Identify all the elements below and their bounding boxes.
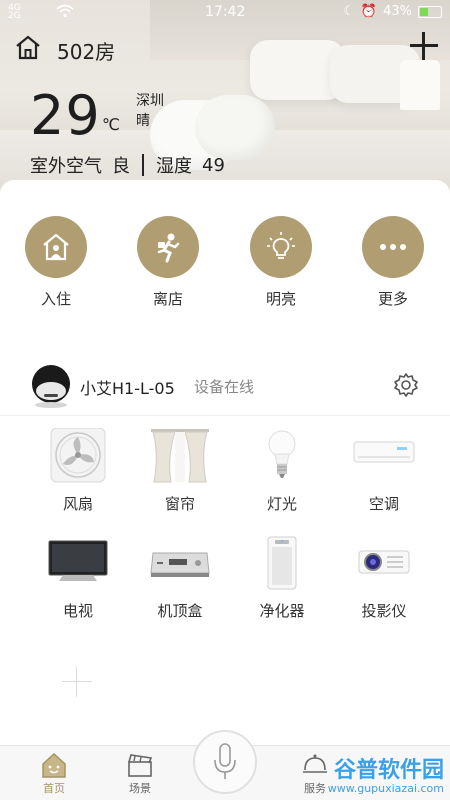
running-person-icon [137, 216, 199, 278]
weather-condition: 晴 [136, 113, 150, 129]
clapperboard-icon [125, 750, 155, 780]
appliance-label: 电视 [62, 602, 93, 620]
service-icon [300, 750, 330, 780]
appliance-fan[interactable]: 风扇 [33, 427, 123, 514]
robot-speaker-icon [30, 363, 72, 409]
scene-checkout[interactable]: 离店 [128, 216, 208, 309]
add-device-button[interactable] [62, 667, 92, 697]
watermark-url: www.gupuxiazai.com [327, 782, 444, 795]
tv-icon [47, 535, 109, 590]
appliance-label: 窗帘 [164, 495, 195, 513]
watermark-brand: 谷普软件园 [333, 758, 444, 783]
curtain-icon [149, 428, 211, 483]
room-title[interactable]: 502房 [57, 36, 115, 65]
fan-icon [47, 427, 109, 483]
set-top-box-icon [149, 535, 211, 590]
add-button[interactable] [410, 32, 438, 60]
status-bar: 4G 2G 17:42 ☾ ⏰ 43% [0, 0, 450, 24]
device-header[interactable]: 小艾H1-L-05 设备在线 [0, 360, 450, 416]
air-quality-row: 室外空气 良 湿度 49 [30, 152, 225, 178]
appliance-label: 净化器 [259, 602, 305, 620]
appliance-label: 机顶盒 [157, 602, 203, 620]
lamp [400, 60, 440, 110]
city-name: 深圳 [136, 93, 164, 109]
gear-icon[interactable] [393, 372, 419, 398]
lightbulb-icon [250, 216, 312, 278]
battery-percent: 43% [383, 4, 412, 19]
device-status: 设备在线 [194, 378, 255, 396]
wifi-icon [56, 4, 74, 22]
air-purifier-icon [251, 535, 313, 590]
status-time: 17:42 [205, 4, 246, 20]
appliance-ac[interactable]: 空调 [339, 428, 429, 514]
divider [142, 154, 144, 176]
scene-checkin[interactable]: 入住 [16, 216, 96, 309]
nav-scenes[interactable]: 场景 [110, 750, 170, 796]
appliance-curtain[interactable]: 窗帘 [135, 428, 225, 514]
network-indicator: 4G 2G [8, 4, 21, 21]
appliance-label: 空调 [368, 495, 399, 513]
scene-label: 入住 [40, 290, 71, 308]
scene-label: 明亮 [265, 290, 296, 308]
voice-button[interactable] [193, 730, 257, 794]
scene-label: 更多 [377, 290, 408, 308]
towel [195, 95, 275, 160]
nav-home[interactable]: 首页 [24, 750, 84, 796]
battery-fill [420, 7, 428, 16]
nav-label: 首页 [43, 782, 65, 795]
device-name: 小艾H1-L-05 [80, 379, 175, 398]
appliance-label: 风扇 [62, 495, 93, 513]
humidity-label: 湿度 [156, 156, 192, 177]
appliance-purifier[interactable]: 净化器 [237, 535, 327, 621]
watermark: 谷普软件园 www.gupuxiazai.com [328, 752, 444, 795]
scene-more[interactable]: 更多 [353, 216, 433, 309]
appliance-label: 投影仪 [361, 602, 407, 620]
home-nav-icon [39, 750, 69, 780]
air-value: 良 [112, 156, 130, 177]
alarm-icon: ⏰ [360, 4, 378, 19]
more-dots-icon [362, 216, 424, 278]
appliance-label: 灯光 [266, 495, 297, 513]
appliance-light[interactable]: 灯光 [237, 428, 327, 514]
humidity-value: 49 [202, 154, 225, 176]
dnd-icon: ☾ [343, 4, 355, 19]
scene-label: 离店 [152, 290, 183, 308]
temperature-unit: ℃ [102, 115, 120, 134]
air-label: 室外空气 [30, 156, 102, 177]
microphone-icon [214, 743, 236, 779]
appliance-projector[interactable]: 投影仪 [339, 535, 429, 621]
house-person-icon [25, 216, 87, 278]
scene-bright[interactable]: 明亮 [241, 216, 321, 309]
projector-icon [353, 535, 415, 590]
home-icon[interactable] [14, 34, 42, 60]
network-bottom: 2G [8, 11, 21, 21]
nav-label: 场景 [129, 782, 151, 795]
battery-icon [418, 5, 442, 18]
bulb-icon [251, 428, 313, 483]
temperature-value: 29 [30, 84, 101, 147]
appliance-settopbox[interactable]: 机顶盒 [135, 535, 225, 621]
air-conditioner-icon [353, 428, 415, 483]
appliance-tv[interactable]: 电视 [33, 535, 123, 621]
